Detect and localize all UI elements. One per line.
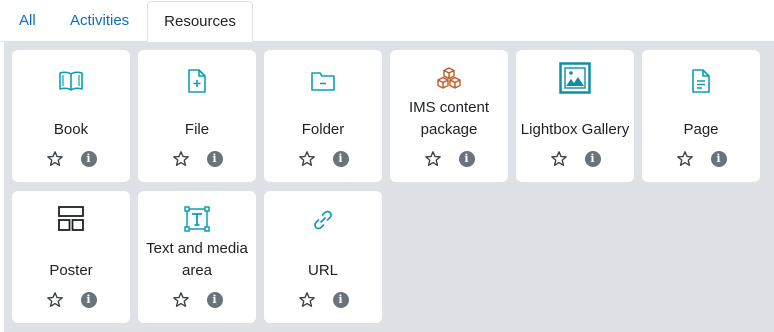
module-label: Lightbox Gallery bbox=[520, 121, 630, 138]
resources-panel: Book i File i Folder i IMS content packa… bbox=[4, 42, 774, 332]
poster-icon bbox=[12, 204, 130, 234]
module-card-folder[interactable]: Folder i bbox=[264, 50, 382, 182]
star-outline-icon[interactable] bbox=[172, 291, 190, 309]
module-card-page[interactable]: Page i bbox=[642, 50, 760, 182]
star-outline-icon[interactable] bbox=[46, 150, 64, 168]
tab-resources[interactable]: Resources bbox=[147, 1, 253, 43]
star-outline-icon[interactable] bbox=[298, 291, 316, 309]
module-label: IMS content package bbox=[408, 99, 490, 138]
tab-activities[interactable]: Activities bbox=[70, 0, 129, 42]
star-outline-icon[interactable] bbox=[46, 291, 64, 309]
module-card-file[interactable]: File i bbox=[138, 50, 256, 182]
star-outline-icon[interactable] bbox=[676, 150, 694, 168]
module-card-text-and-media-area[interactable]: Text and media area i bbox=[138, 191, 256, 323]
module-card-lightbox-gallery[interactable]: Lightbox Gallery i bbox=[516, 50, 634, 182]
star-outline-icon[interactable] bbox=[424, 150, 442, 168]
star-outline-icon[interactable] bbox=[298, 150, 316, 168]
folder-icon bbox=[264, 66, 382, 96]
info-icon[interactable]: i bbox=[710, 151, 727, 167]
module-card-url[interactable]: URL i bbox=[264, 191, 382, 323]
module-label: File bbox=[184, 121, 210, 138]
file-icon bbox=[138, 66, 256, 96]
module-label: Text and media area bbox=[146, 240, 248, 279]
info-icon[interactable]: i bbox=[332, 292, 349, 308]
module-label: Poster bbox=[49, 262, 93, 279]
info-icon[interactable]: i bbox=[332, 151, 349, 167]
module-card-poster[interactable]: Poster i bbox=[12, 191, 130, 323]
tab-all[interactable]: All bbox=[19, 0, 36, 42]
info-icon[interactable]: i bbox=[206, 292, 223, 308]
info-icon[interactable]: i bbox=[80, 292, 97, 308]
module-card-book[interactable]: Book i bbox=[12, 50, 130, 182]
ims-package-icon bbox=[390, 64, 508, 94]
module-label: Page bbox=[683, 121, 719, 138]
book-icon bbox=[12, 66, 130, 96]
star-outline-icon[interactable] bbox=[550, 150, 568, 168]
star-outline-icon[interactable] bbox=[172, 150, 190, 168]
info-icon[interactable]: i bbox=[584, 151, 601, 167]
module-label: Folder bbox=[301, 121, 345, 138]
module-label: Book bbox=[53, 121, 89, 138]
info-icon[interactable]: i bbox=[206, 151, 223, 167]
module-card-ims-content-package[interactable]: IMS content package i bbox=[390, 50, 508, 182]
info-icon[interactable]: i bbox=[80, 151, 97, 167]
url-icon bbox=[264, 205, 382, 235]
module-chooser-tabs: All Activities Resources bbox=[0, 0, 774, 43]
module-label: URL bbox=[307, 262, 338, 279]
page-icon bbox=[642, 66, 760, 96]
info-icon[interactable]: i bbox=[458, 151, 475, 167]
text-media-icon bbox=[138, 204, 256, 234]
gallery-icon bbox=[516, 62, 634, 94]
